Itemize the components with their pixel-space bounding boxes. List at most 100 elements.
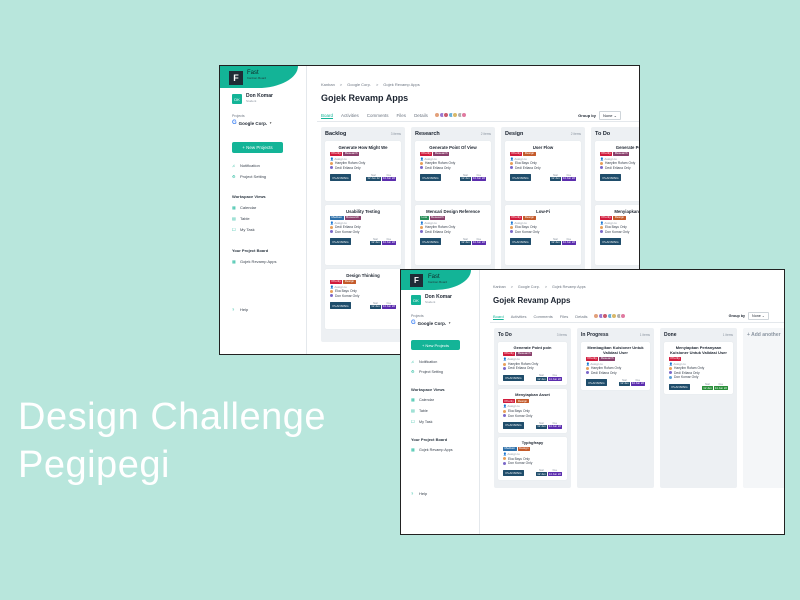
gear-icon: ⚙ [232, 174, 236, 179]
sidebar-item-project-setting[interactable]: ⚙ Project Setting [232, 174, 266, 179]
tag-badge: Priority [503, 398, 516, 404]
status-badge[interactable]: PLANNING [510, 174, 532, 181]
task-card[interactable]: Menyiapkan AssetPriorityDesign👤 Assign t… [498, 389, 567, 433]
member-avatars[interactable] [434, 112, 468, 118]
breadcrumb-item[interactable]: Kanban [321, 82, 335, 87]
tab-details[interactable]: Details [414, 113, 428, 118]
tab-comments[interactable]: Comments [533, 314, 552, 319]
tab-activities[interactable]: Activities [511, 314, 527, 319]
sidebar-item-table[interactable]: ▤ Table [411, 408, 428, 413]
tab-comments[interactable]: Comments [367, 113, 389, 118]
breadcrumb-item[interactable]: Gojek Revamp Apps [552, 285, 586, 289]
status-badge[interactable]: PLANNING [510, 238, 532, 245]
group-by[interactable]: Group by None ⌄ [578, 111, 621, 120]
tag-badge: Priority [510, 214, 523, 220]
sidebar-item-calendar[interactable]: ▦ Calendar [411, 397, 434, 402]
status-badge[interactable]: PLANNING [503, 422, 525, 429]
status-badge[interactable]: PLANNING [586, 379, 608, 386]
task-card[interactable]: Typhgfrapy Medium Design 👤 Assign to Eka Bay… [498, 436, 567, 481]
sidebar-item-board[interactable]: ▦ Gojek Revamp Apps [232, 259, 276, 264]
card-title: Menyiapkan Asset [614, 209, 639, 214]
help-icon: ? [232, 307, 235, 312]
task-card[interactable]: Generate How Might We Priority Research 👤 A… [325, 141, 401, 201]
assignee-avatar [330, 294, 333, 298]
card-dates: Start 12 Jun Due 14 Jun 22 [550, 174, 576, 181]
task-icon: ☐ [232, 227, 236, 232]
table-icon: ▤ [232, 216, 236, 221]
breadcrumb-item[interactable]: Kanban [493, 285, 506, 289]
task-card[interactable]: Mencari Design Reference Low Research 👤 Ass… [415, 205, 491, 265]
task-card[interactable]: Generate Point pPriorityResearch👤 Assign… [595, 141, 639, 201]
status-badge[interactable]: PLANNING [420, 238, 442, 245]
start-date: 12 Jun [550, 240, 561, 245]
task-card[interactable]: Membagikan Kuisioner Untuk Validasi User… [581, 342, 650, 390]
status-badge[interactable]: PLANNING [330, 238, 352, 245]
task-card[interactable]: Menyiapkan Pertanyaan Kuisioner Untuk Va… [664, 342, 733, 395]
project-selector[interactable]: G Google Corp. ▼ [232, 120, 272, 126]
task-card[interactable]: Menyiapkan AssetPriorityDesign👤 Assign t… [595, 205, 639, 265]
due-date: 14 Jun 22 [381, 240, 396, 245]
card-dates: Start 12 Jun Due 14 Jun 22 [536, 469, 562, 477]
tab-bar: Board Activities Comments Files Details [493, 313, 626, 319]
user-profile[interactable]: DK Don Komar Student [411, 295, 452, 305]
tab-files[interactable]: Files [560, 314, 568, 319]
assignee-avatar [420, 166, 423, 170]
status-badge[interactable]: PLANNING [330, 302, 352, 309]
status-badge[interactable]: PLANNING [669, 383, 691, 391]
card-footer: PLANNING Start12 JunDue14 Jun 22 [503, 374, 562, 382]
project-selector[interactable]: G Google Corp. ▼ [411, 320, 451, 326]
help-link[interactable]: ? Help [232, 307, 248, 312]
sidebar-item-table[interactable]: ▤ Table [232, 216, 250, 221]
new-project-button[interactable]: + New Projects [232, 142, 283, 153]
sidebar-item-calendar[interactable]: ▦ Calendar [232, 205, 256, 210]
status-badge[interactable]: PLANNING [503, 374, 525, 382]
sidebar-item-project-setting[interactable]: ⚙ Project Setting [411, 369, 443, 374]
start-date-group: Start 12 Jun [550, 238, 561, 245]
assign-text: Assign to [507, 451, 520, 456]
card-dates: Start 12 Jun Due 14 Jun 22 [536, 374, 562, 382]
sidebar-item-board[interactable]: ▦ Gojek Revamp Apps [411, 447, 453, 452]
new-project-button[interactable]: + New Projects [411, 340, 460, 350]
brand-name: Fast Kanban Board [247, 70, 267, 80]
sidebar-item-my-task[interactable]: ☐ My Task [411, 419, 432, 424]
card-footer: PLANNING Start12 JunDue14 Jun 22 [510, 174, 576, 181]
column-count: 2 items [480, 132, 491, 136]
task-card[interactable]: User Flow Priority Design 👤 Assign to Eka Ba… [505, 141, 581, 201]
breadcrumb-item[interactable]: Google Corp. [347, 82, 371, 87]
member-avatars[interactable] [593, 313, 626, 319]
group-by-select[interactable]: None ⌄ [748, 312, 769, 320]
assignee-row: Dedi Erliana Only [420, 166, 486, 170]
tab-files[interactable]: Files [397, 113, 407, 118]
due-date-group: Due 14 Jun 22 [561, 238, 576, 245]
due-date: 14 Jun 22 [471, 176, 486, 181]
task-card[interactable]: Generate Point poin Priority Research 👤 Ass… [498, 342, 567, 386]
due-date: 14 Jun 22 [381, 304, 396, 309]
status-badge[interactable]: PLANNING [600, 238, 622, 245]
help-link[interactable]: ? Help [411, 491, 427, 496]
assignee-name: Dedi Erliana Only [335, 165, 361, 170]
status-badge[interactable]: PLANNING [420, 174, 442, 181]
tab-details[interactable]: Details [575, 314, 587, 319]
assign-text: Assign to [334, 284, 347, 289]
card-footer: PLANNING Start12 JunDue14 Jun 22 [420, 174, 486, 181]
tab-board[interactable]: Board [493, 314, 504, 319]
task-icon: ☐ [411, 419, 415, 424]
status-badge[interactable]: PLANNING [330, 174, 352, 181]
tab-activities[interactable]: Activities [341, 113, 359, 118]
status-badge[interactable]: PLANNING [600, 174, 622, 181]
breadcrumb-item[interactable]: Google Corp. [518, 285, 540, 289]
tab-board[interactable]: Board [321, 113, 333, 118]
task-card[interactable]: Generate Point Of View Priority Research 👤 … [415, 141, 491, 201]
add-column-button[interactable]: + Add another [743, 328, 784, 489]
task-card[interactable]: Usability Testing Medium Research 👤 Assign … [325, 205, 401, 265]
status-badge[interactable]: PLANNING [503, 469, 525, 477]
group-by-select[interactable]: None ⌄ [598, 111, 621, 120]
sidebar-item-notification[interactable]: ♫ Notification [411, 359, 437, 364]
sidebar-item-notification[interactable]: ♫ Notification [232, 163, 260, 168]
task-card[interactable]: Low-Fi Priority Design 👤 Assign to Eka Bayu … [505, 205, 581, 265]
breadcrumb-item[interactable]: Gojek Revamp Apps [383, 82, 419, 87]
group-by[interactable]: Group by None ⌄ [729, 312, 769, 320]
task-card[interactable]: Design Thinking Priority Design 👤 Assign to… [325, 269, 401, 329]
sidebar-item-my-task[interactable]: ☐ My Task [232, 227, 255, 232]
user-profile[interactable]: DK Don Komar Student [232, 94, 273, 104]
